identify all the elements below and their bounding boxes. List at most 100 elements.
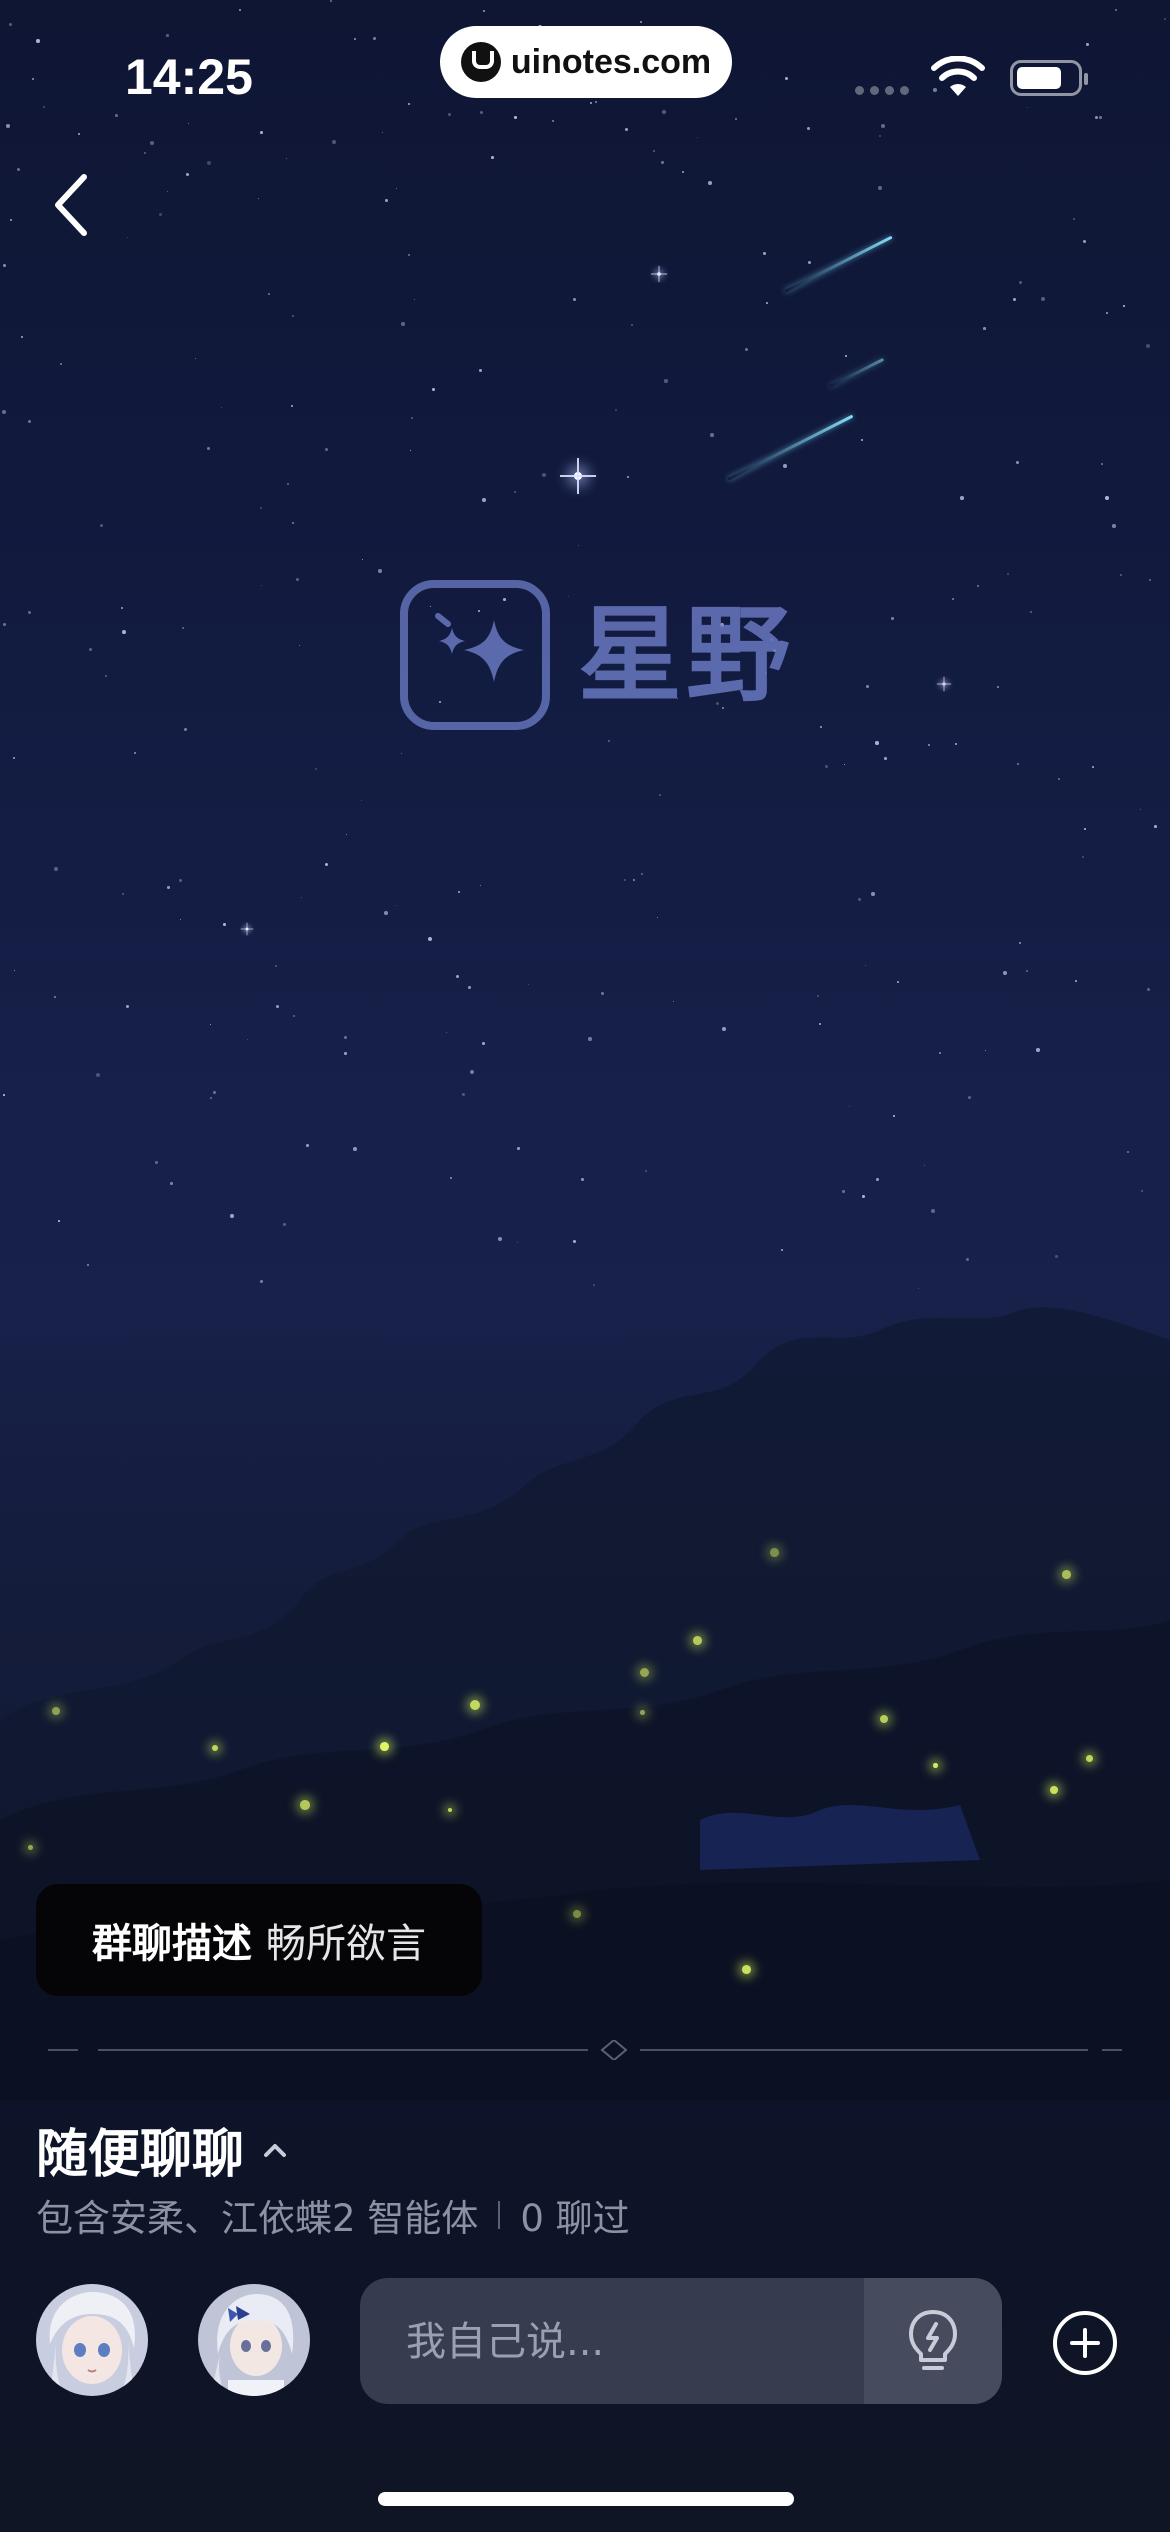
- star: [985, 1050, 987, 1052]
- avatar-anrou[interactable]: [36, 2284, 148, 2396]
- star: [122, 630, 126, 634]
- firefly: [28, 1845, 33, 1850]
- star: [745, 348, 749, 352]
- lightbulb-icon: [909, 2310, 957, 2370]
- firefly: [470, 1700, 480, 1710]
- star: [861, 439, 864, 442]
- hint-button[interactable]: [864, 2278, 1002, 2404]
- star: [207, 161, 211, 165]
- star: [346, 834, 348, 836]
- star: [96, 1073, 100, 1077]
- star: [862, 1195, 866, 1199]
- star: [268, 293, 271, 296]
- star: [542, 473, 546, 477]
- star: [844, 764, 846, 766]
- star: [396, 188, 398, 190]
- url-pill: uinotes.com: [440, 26, 732, 98]
- star: [819, 1023, 822, 1026]
- star: [87, 1264, 90, 1267]
- star: [3, 623, 6, 626]
- star: [179, 879, 182, 882]
- star: [1036, 1048, 1040, 1052]
- star: [10, 219, 13, 222]
- star: [144, 152, 146, 154]
- avatar-jiangyidie[interactable]: [198, 2284, 310, 2396]
- star: [817, 995, 820, 998]
- star: [396, 905, 398, 907]
- star: [276, 1005, 279, 1008]
- app-screen: 星野 14:25 uinotes.com 群聊描述 畅所欲言 随便聊聊 包含安柔…: [0, 0, 1170, 2532]
- star: [292, 315, 295, 318]
- star: [865, 965, 867, 967]
- message-input-box[interactable]: [360, 2278, 1002, 2406]
- message-input[interactable]: [404, 2278, 848, 2406]
- star: [28, 611, 32, 615]
- star: [126, 1005, 130, 1009]
- star: [825, 765, 828, 768]
- star: [378, 569, 382, 573]
- star: [401, 753, 403, 755]
- star: [781, 1249, 784, 1252]
- sparkle-icon: [400, 580, 550, 730]
- chevron-up-icon: [264, 2143, 287, 2157]
- star: [866, 685, 870, 689]
- firefly: [1062, 1570, 1071, 1579]
- url-text: uinotes.com: [510, 42, 712, 81]
- chevron-left-icon[interactable]: [40, 165, 110, 245]
- star: [1007, 573, 1010, 576]
- firefly: [880, 1715, 888, 1723]
- chat-subtitle: 包含安柔、江依蝶2 智能体 0 聊过: [36, 2188, 630, 2242]
- star: [283, 1223, 287, 1227]
- star: [1105, 496, 1109, 500]
- star: [528, 984, 530, 986]
- star: [1147, 988, 1151, 992]
- star: [213, 1091, 216, 1094]
- members-text: 包含安柔、江依蝶2 智能体: [36, 2197, 479, 2240]
- star: [167, 191, 169, 193]
- group-description-pill: 群聊描述 畅所欲言: [36, 1884, 482, 1996]
- star: [581, 1178, 584, 1181]
- star: [808, 261, 812, 265]
- star: [306, 1144, 309, 1147]
- bright-star: [240, 922, 254, 936]
- star: [414, 299, 416, 301]
- star: [286, 158, 288, 160]
- firefly: [933, 1763, 938, 1768]
- bright-star: [560, 458, 596, 494]
- star: [344, 1052, 347, 1055]
- star: [361, 800, 363, 802]
- firefly: [380, 1742, 389, 1751]
- star: [849, 1106, 851, 1108]
- star: [766, 302, 768, 304]
- star: [13, 757, 16, 760]
- status-time: 14:25: [125, 49, 253, 105]
- star: [411, 417, 413, 419]
- star: [1019, 942, 1022, 945]
- star: [468, 986, 471, 989]
- description-value: 畅所欲言: [266, 1921, 426, 1967]
- star: [955, 743, 958, 746]
- star: [1120, 574, 1122, 576]
- plus-circle-icon[interactable]: [1050, 2308, 1120, 2378]
- star: [170, 1182, 173, 1185]
- star: [845, 355, 848, 358]
- chat-title[interactable]: 随便聊聊: [36, 2112, 288, 2187]
- star: [260, 1280, 263, 1283]
- star: [291, 405, 294, 408]
- star: [410, 450, 412, 452]
- star: [54, 867, 58, 871]
- star: [58, 1220, 60, 1222]
- star: [470, 1070, 474, 1074]
- star: [1041, 297, 1045, 301]
- firefly: [1086, 1755, 1093, 1762]
- star: [931, 1209, 935, 1213]
- star: [952, 598, 954, 600]
- star: [1075, 980, 1078, 983]
- star: [287, 483, 289, 485]
- star: [167, 886, 170, 889]
- star: [1003, 971, 1007, 975]
- star: [664, 379, 668, 383]
- star: [60, 363, 63, 366]
- firefly: [1050, 1786, 1058, 1794]
- star: [1013, 298, 1016, 301]
